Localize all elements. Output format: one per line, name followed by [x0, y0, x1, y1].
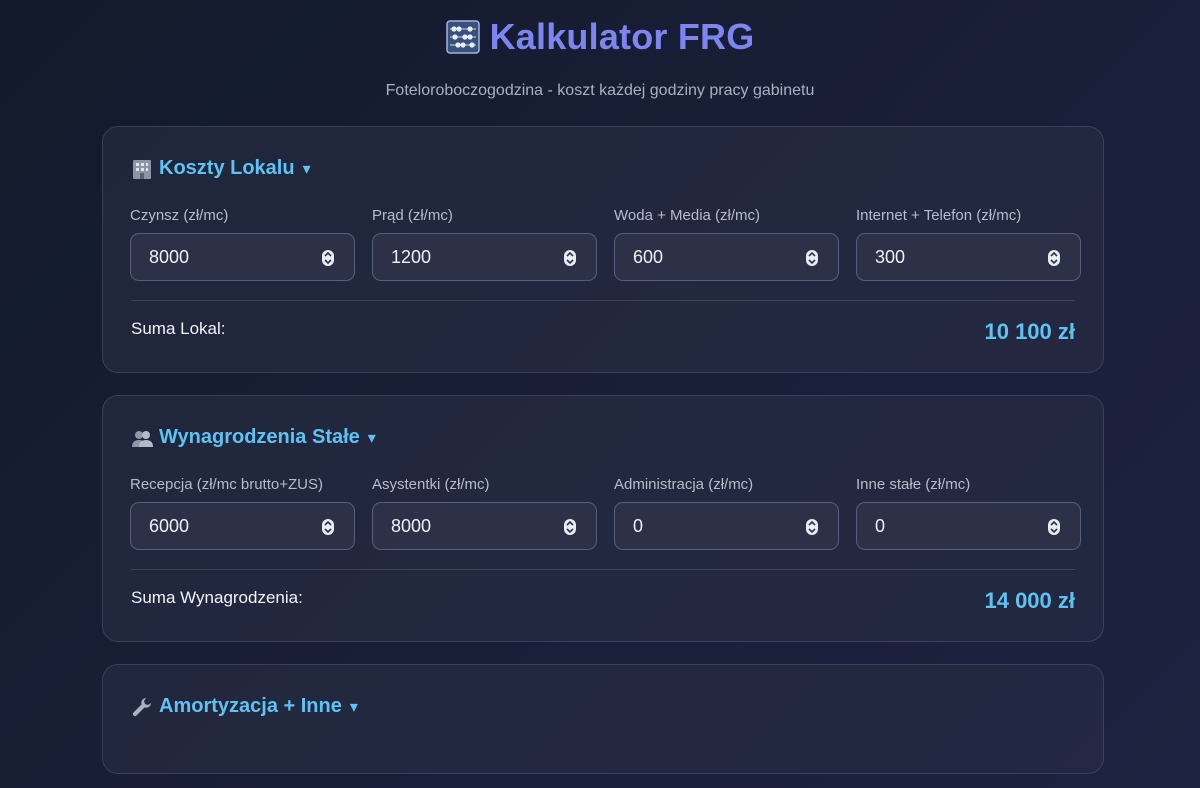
divider [131, 300, 1075, 301]
header: Kalkulator FRG Fotelorobоczogodzina - ko… [0, 0, 1200, 100]
number-spinner-icon[interactable] [321, 249, 335, 267]
field-label: Recepcja (zł/mc brutto+ZUS) [130, 476, 323, 493]
field-label: Asystentki (zł/mc) [372, 476, 490, 493]
inne-stale-input-box [856, 502, 1081, 550]
page-subtitle: Fotelorobоczogodzina - koszt każdej godz… [385, 82, 815, 99]
czynsz-input-box [130, 233, 355, 281]
field-asystentki: Asystentki (zł/mc) [372, 476, 597, 550]
administracja-input-box [614, 502, 839, 550]
field-prad: Prąd (zł/mc) [372, 207, 597, 281]
field-label: Inne stałe (zł/mc) [856, 476, 971, 493]
field-woda-media: Woda + Media (zł/mc) [614, 207, 839, 281]
recepcja-input-box [130, 502, 355, 550]
wrench-icon [132, 697, 151, 716]
section-title: Amortyzacja + Inne [159, 695, 342, 717]
field-internet-telefon: Internet + Telefon (zł/mc) [856, 207, 1081, 281]
fields-row: Recepcja (zł/mc brutto+ZUS) Asystentki (… [130, 476, 1081, 550]
building-icon [133, 159, 151, 179]
number-spinner-icon[interactable] [321, 518, 335, 536]
field-czynsz: Czynsz (zł/mc) [130, 207, 355, 281]
fields-row: Czynsz (zł/mc) Prąd (zł/mc) Woda + Media… [130, 207, 1081, 281]
sum-value: 14 000 zł [984, 588, 1075, 613]
section-toggle-koszty-lokalu[interactable]: Koszty Lokalu ▾ [131, 157, 311, 180]
number-spinner-icon[interactable] [563, 249, 577, 267]
prad-input-box [372, 233, 597, 281]
field-label: Prąd (zł/mc) [372, 207, 453, 224]
section-amortyzacja-inne: Amortyzacja + Inne ▾ [102, 664, 1104, 774]
chevron-down-icon: ▾ [302, 160, 311, 178]
section-toggle-wynagrodzenia[interactable]: Wynagrodzenia Stałe ▾ [131, 426, 376, 449]
people-icon [132, 430, 153, 447]
section-title: Wynagrodzenia Stałe [159, 426, 360, 448]
section-koszty-lokalu: Koszty Lokalu ▾ Czynsz (zł/mc) Prąd (zł/… [102, 126, 1104, 373]
section-wynagrodzenia-stale: Wynagrodzenia Stałe ▾ Recepcja (zł/mc br… [102, 395, 1104, 642]
number-spinner-icon[interactable] [563, 518, 577, 536]
divider [131, 569, 1075, 570]
chevron-down-icon: ▾ [367, 429, 376, 447]
section-title: Koszty Lokalu [159, 157, 295, 179]
number-spinner-icon[interactable] [805, 249, 819, 267]
field-label: Czynsz (zł/mc) [130, 207, 229, 224]
abacus-icon [445, 20, 480, 54]
section-toggle-amortyzacja[interactable]: Amortyzacja + Inne ▾ [131, 695, 358, 718]
number-spinner-icon[interactable] [1047, 518, 1061, 536]
field-administracja: Administracja (zł/mc) [614, 476, 839, 550]
field-inne-stale: Inne stałe (zł/mc) [856, 476, 1081, 550]
asystentki-input-box [372, 502, 597, 550]
sum-label: Suma Wynagrodzenia: [131, 588, 303, 607]
field-label: Administracja (zł/mc) [614, 476, 754, 493]
page-title: Kalkulator FRG [445, 14, 755, 60]
number-spinner-icon[interactable] [1047, 249, 1061, 267]
sum-label: Suma Lokal: [131, 319, 226, 338]
field-label: Woda + Media (zł/mc) [614, 207, 761, 224]
woda-media-input-box [614, 233, 839, 281]
chevron-down-icon: ▾ [349, 698, 358, 716]
sum-value: 10 100 zł [984, 319, 1075, 344]
page: Kalkulator FRG Fotelorobоczogodzina - ko… [0, 0, 1200, 788]
page-title-text: Kalkulator FRG [489, 16, 755, 57]
field-recepcja: Recepcja (zł/mc brutto+ZUS) [130, 476, 355, 550]
internet-telefon-input-box [856, 233, 1081, 281]
number-spinner-icon[interactable] [805, 518, 819, 536]
field-label: Internet + Telefon (zł/mc) [856, 207, 1022, 224]
